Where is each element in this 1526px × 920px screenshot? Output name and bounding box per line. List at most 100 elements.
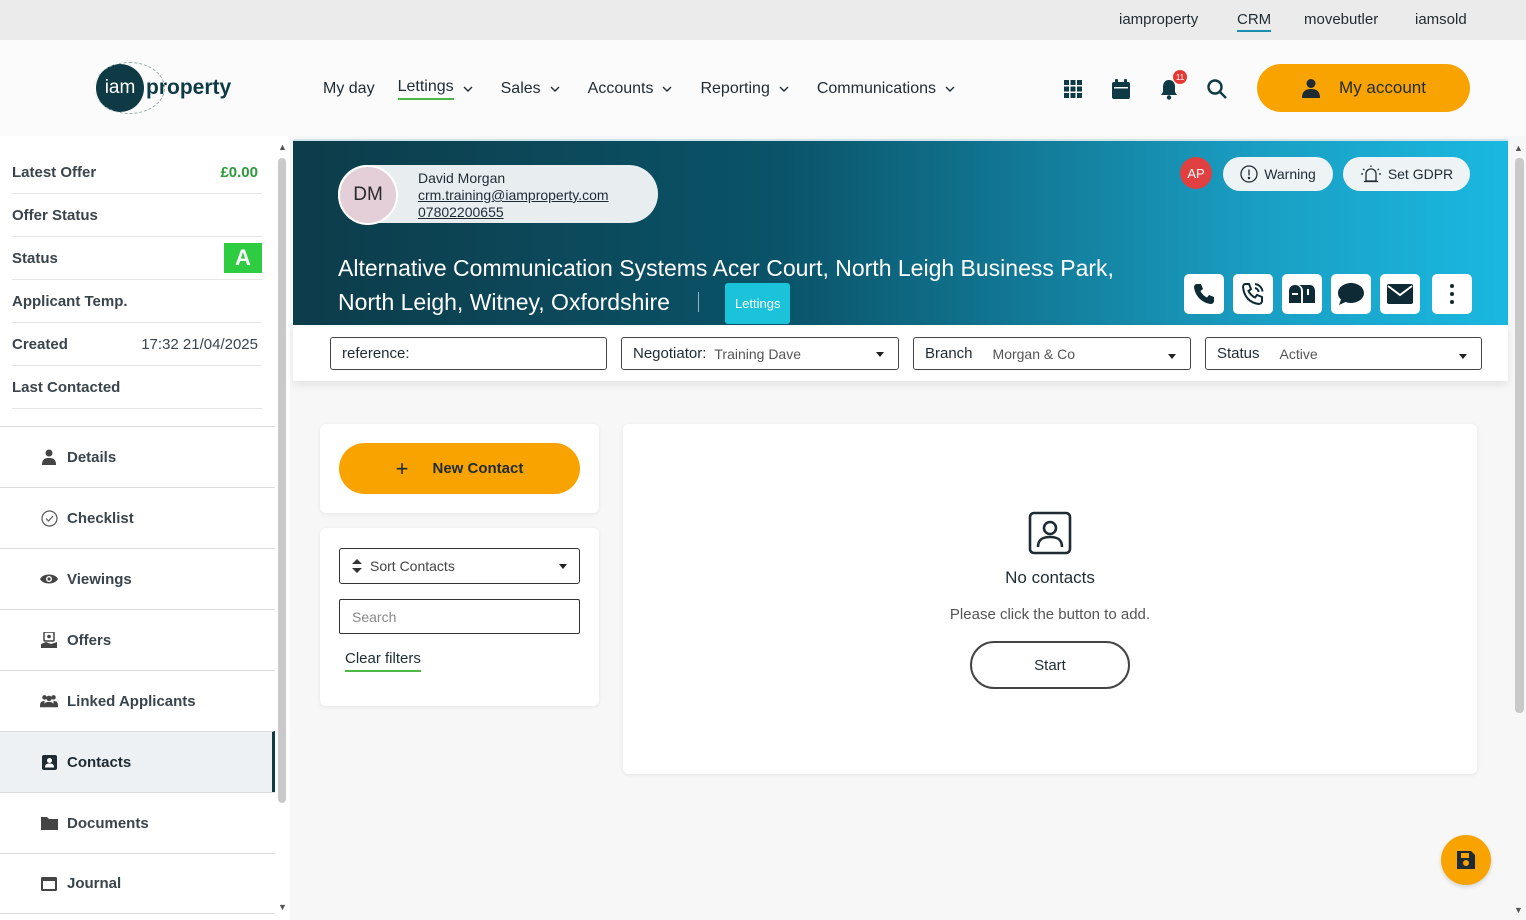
contacts-search-input[interactable]: [339, 599, 580, 634]
sidebar-item-label: Journal: [67, 875, 122, 892]
nav-accounts[interactable]: Accounts: [588, 78, 673, 100]
address-line-1: Alternative Communication Systems Acer C…: [338, 255, 1114, 281]
sidebar-item-contacts[interactable]: Contacts: [0, 731, 275, 792]
logo-mark: iam: [94, 62, 165, 114]
new-contact-button[interactable]: + New Contact: [339, 443, 580, 494]
my-account-label: My account: [1339, 78, 1426, 97]
nav-reporting[interactable]: Reporting: [700, 78, 789, 100]
nav-lettings[interactable]: Lettings: [397, 78, 473, 100]
message-button[interactable]: [1331, 274, 1371, 314]
status-badge: A: [224, 243, 262, 273]
info-last-contacted: Last Contacted: [12, 366, 262, 409]
sidebar-item-linked-applicants[interactable]: Linked Applicants: [0, 670, 275, 731]
email-button[interactable]: [1380, 274, 1420, 314]
nav-label: Sales: [500, 80, 541, 97]
warning-label: Warning: [1264, 166, 1316, 182]
sort-contacts-select[interactable]: Sort Contacts: [339, 548, 580, 584]
negotiator-select[interactable]: Negotiator: Training Dave: [621, 337, 899, 370]
person-icon: [40, 448, 58, 466]
link-iamproperty[interactable]: iamproperty: [1119, 11, 1198, 28]
branch-label: Branch: [925, 345, 973, 362]
clear-filters-link[interactable]: Clear filters: [345, 650, 421, 672]
contact-email-link[interactable]: crm.training@iamproperty.com: [418, 187, 609, 203]
branch-select[interactable]: Branch Morgan & Co: [913, 337, 1191, 370]
search-icon[interactable]: [1205, 77, 1229, 101]
iamproperty-logo[interactable]: iam property: [94, 62, 231, 114]
status-select[interactable]: Status Active: [1205, 337, 1482, 370]
link-iamsold[interactable]: iamsold: [1415, 11, 1467, 28]
sidebar-item-documents[interactable]: Documents: [0, 792, 275, 853]
more-button[interactable]: [1432, 274, 1472, 314]
letter-button[interactable]: [1282, 274, 1322, 314]
sidebar-item-offers[interactable]: Offers: [0, 609, 275, 670]
nav-communications[interactable]: Communications: [817, 78, 955, 100]
chevron-down-icon: [779, 86, 789, 92]
warning-button[interactable]: Warning: [1223, 157, 1333, 191]
nav-label: Reporting: [700, 80, 770, 97]
sidebar-item-label: Viewings: [67, 570, 132, 588]
main-scrollbar[interactable]: [1515, 158, 1524, 713]
bell-icon[interactable]: 11: [1157, 70, 1187, 101]
empty-state-title: No contacts: [1005, 568, 1095, 587]
created-value: 17:32 21/04/2025: [141, 335, 258, 353]
calendar-icon[interactable]: [1109, 77, 1133, 101]
property-address: Alternative Communication Systems Acer C…: [338, 254, 1158, 324]
status-label: Status: [1217, 345, 1260, 362]
negotiator-label: Negotiator:: [633, 345, 707, 362]
info-label: Offer Status: [12, 206, 98, 224]
sort-contacts-label: Sort Contacts: [370, 558, 455, 574]
scroll-down-arrow[interactable]: ▼: [278, 902, 287, 912]
info-created: Created 17:32 21/04/2025: [12, 323, 262, 366]
nav-label: My day: [323, 80, 375, 97]
set-gdpr-button[interactable]: Set GDPR: [1343, 157, 1470, 191]
nav-my-day[interactable]: My day: [323, 78, 375, 100]
nav-sales[interactable]: Sales: [501, 78, 560, 100]
scroll-up-arrow[interactable]: ▲: [278, 142, 287, 152]
main-scroll-up-arrow[interactable]: ▲: [1514, 143, 1523, 153]
user-avatar-badge[interactable]: AP: [1180, 157, 1212, 189]
contacts-list-card: No contacts Please click the button to a…: [623, 424, 1477, 774]
contact-name: David Morgan: [418, 170, 506, 186]
main-nav: My day Lettings Sales Accounts Reporting…: [323, 78, 983, 100]
contact-phone-link[interactable]: 07802200655: [418, 204, 504, 220]
sidebar-item-checklist[interactable]: Checklist: [0, 487, 275, 548]
chevron-down-icon: [945, 86, 955, 92]
main-header: iam property My day Lettings Sales Accou…: [0, 40, 1526, 136]
plus-icon: +: [395, 455, 409, 481]
my-account-button[interactable]: My account: [1257, 64, 1470, 112]
phone-button[interactable]: [1184, 274, 1224, 314]
sidebar-item-label: Checklist: [67, 509, 134, 527]
link-movebutler[interactable]: movebutler: [1304, 11, 1378, 28]
start-button[interactable]: Start: [970, 641, 1130, 689]
journal-icon: [40, 875, 58, 893]
main-scroll-down-arrow[interactable]: ▼: [1514, 905, 1523, 915]
user-icon: [1302, 79, 1321, 98]
chevron-down-icon: [463, 86, 473, 92]
sidebar-item-viewings[interactable]: Viewings: [0, 548, 275, 609]
sidebar-scrollbar[interactable]: [278, 158, 286, 803]
call-button[interactable]: [1233, 274, 1273, 314]
info-label: Last Contacted: [12, 378, 121, 396]
caret-down-icon: [559, 564, 567, 569]
chevron-down-icon: [662, 86, 672, 92]
sidebar-item-label: Details: [67, 448, 117, 466]
save-button[interactable]: [1441, 835, 1491, 885]
eye-icon: [40, 570, 58, 588]
sort-icon: [352, 559, 362, 573]
link-crm[interactable]: CRM: [1237, 11, 1272, 32]
nav-label: Communications: [816, 80, 936, 97]
users-icon: [40, 692, 58, 710]
info-offer-status: Offer Status: [12, 194, 262, 237]
sidebar-item-details[interactable]: Details: [0, 426, 275, 487]
avatar[interactable]: DM: [338, 165, 398, 225]
branch-value: Morgan & Co: [992, 345, 1076, 362]
reference-label: reference:: [342, 345, 410, 362]
caret-down-icon: [876, 352, 884, 357]
sidebar-item-journal[interactable]: Journal: [0, 853, 275, 914]
apps-grid-icon[interactable]: [1061, 77, 1085, 101]
alarm-bell-icon: [1360, 165, 1381, 183]
contact-placeholder-icon: [1028, 511, 1072, 555]
save-icon: [1457, 851, 1475, 869]
address-line-2: North Leigh, Witney, Oxfordshire: [338, 289, 670, 315]
reference-field[interactable]: reference:: [330, 337, 607, 370]
